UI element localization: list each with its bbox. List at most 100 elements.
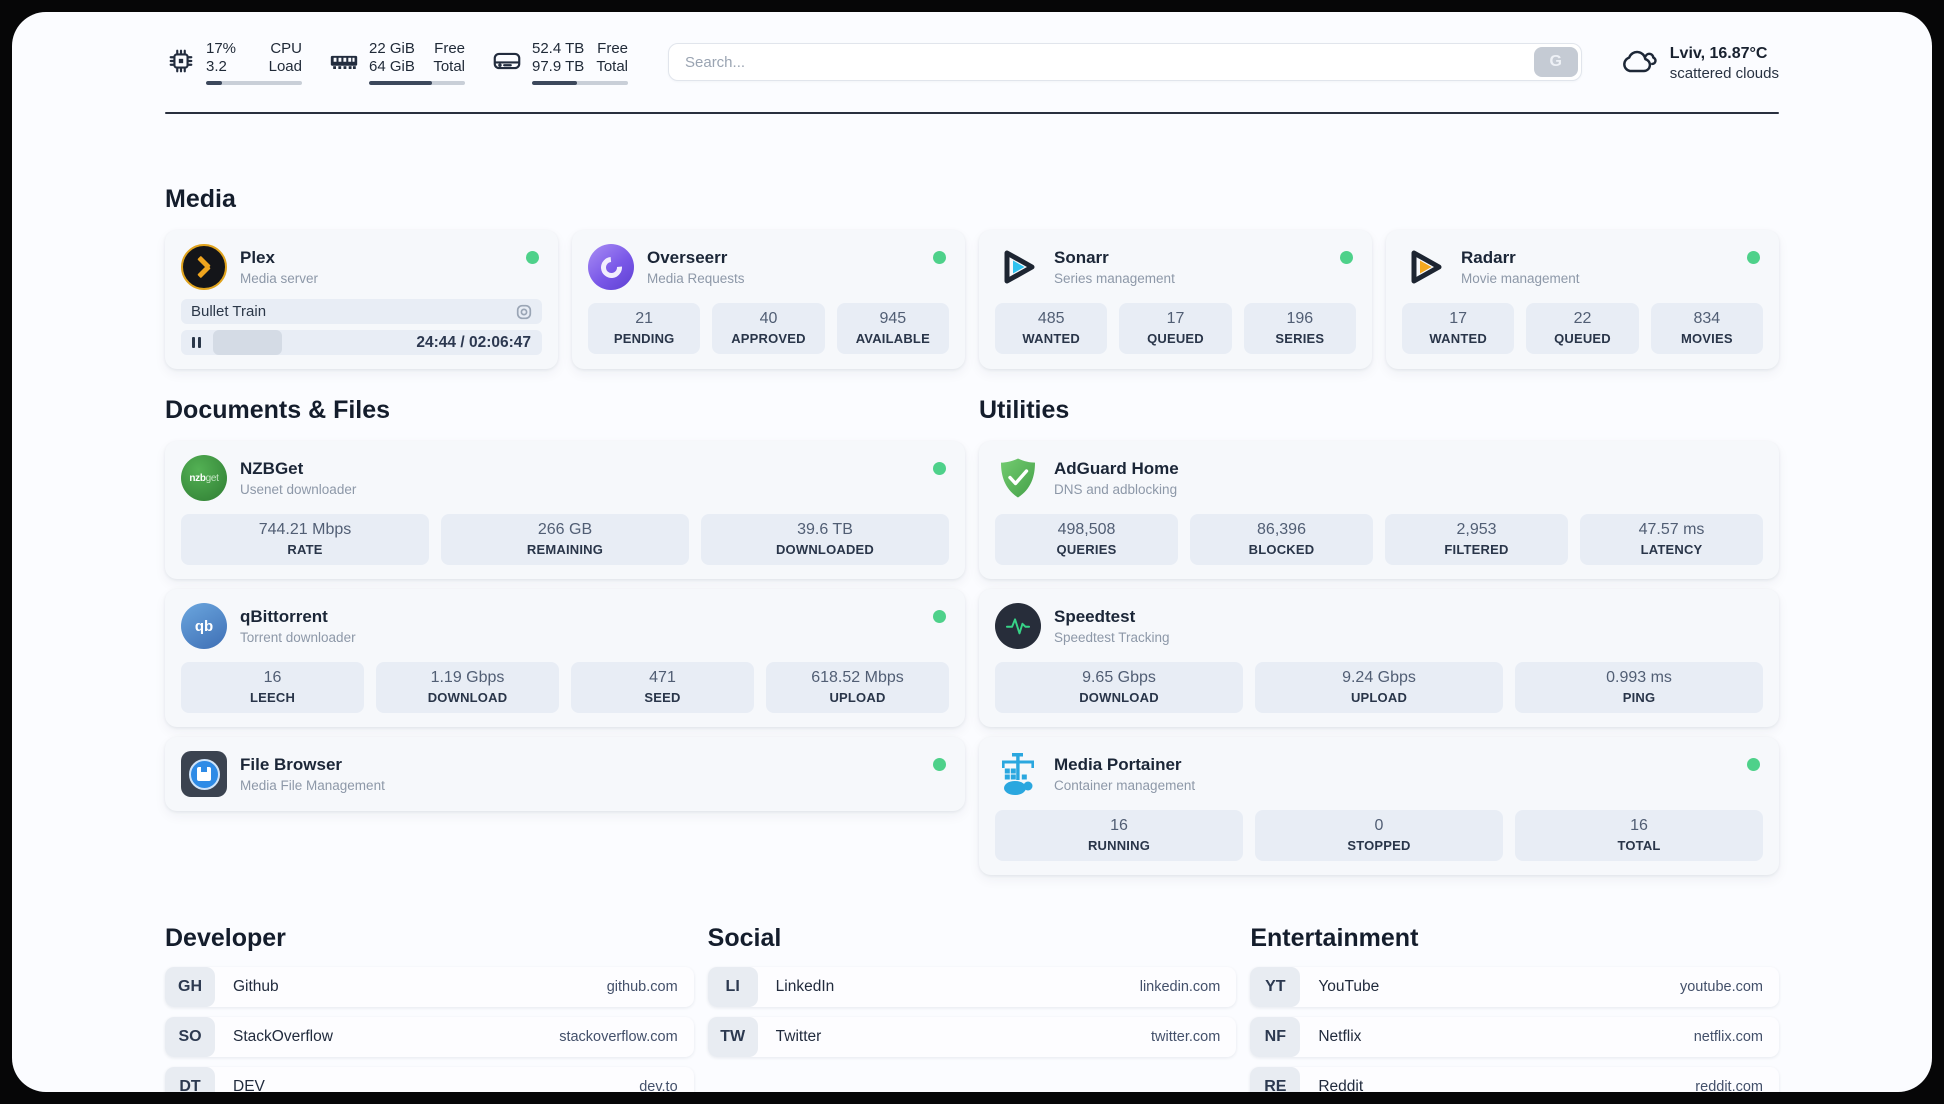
app-subtitle: Media server [240, 271, 319, 286]
link-netflix[interactable]: NF Netflix netflix.com [1250, 1017, 1779, 1057]
search-input[interactable] [668, 43, 1582, 81]
link-dev[interactable]: DT DEV dev.to [165, 1067, 694, 1092]
app-subtitle: Media Requests [647, 271, 745, 286]
stat-box: 2,953 FILTERED [1385, 514, 1568, 565]
weather-condition: scattered clouds [1669, 65, 1779, 82]
storage-free-value: 52.4 TB [532, 40, 585, 57]
link-badge: LI [707, 967, 758, 1007]
cpu-progress-bar [206, 81, 302, 85]
stat-box: 40 APPROVED [712, 303, 825, 354]
app-card-radarr[interactable]: Radarr Movie management 17 WANTED 22 QUEUE… [1386, 230, 1779, 369]
app-title: Radarr [1461, 248, 1516, 267]
overseerr-icon [588, 244, 634, 290]
link-badge: NF [1250, 1017, 1301, 1057]
section-title-media: Media [165, 185, 236, 213]
link-reddit[interactable]: RE Reddit reddit.com [1250, 1067, 1779, 1092]
section-media: Media Plex Media server Bullet Train 24:… [165, 184, 1779, 369]
speedtest-icon [995, 603, 1041, 649]
cloud-icon [1618, 46, 1658, 81]
app-card-sonarr[interactable]: Sonarr Series management 485 WANTED 17 QUE… [979, 230, 1372, 369]
link-twitter[interactable]: TW Twitter twitter.com [707, 1017, 1237, 1057]
section-social: Social LI LinkedIn linkedin.com TW Twitt… [707, 923, 1237, 1092]
adguard-icon [995, 455, 1041, 501]
stat-box: 0.993 ms PING [1515, 662, 1763, 713]
now-playing-title: Bullet Train [191, 303, 267, 320]
app-card-overseerr[interactable]: Overseerr Media Requests 21 PENDING 40 APP… [572, 230, 965, 369]
app-card-filebrowser[interactable]: File Browser Media File Management [165, 737, 965, 811]
top-bar: 17% 3.2 CPU Load 22 GiB 64 GiB Free Tota… [165, 40, 1779, 88]
memory-total-value: 64 GiB [369, 58, 415, 75]
stat-box: 47.57 ms LATENCY [1580, 514, 1763, 565]
app-title: NZBGet [240, 459, 304, 478]
link-badge: YT [1250, 967, 1301, 1007]
status-dot [526, 251, 539, 264]
link-stackoverflow[interactable]: SO StackOverflow stackoverflow.com [165, 1017, 694, 1057]
app-card-plex[interactable]: Plex Media server Bullet Train 24:44 / 0… [165, 230, 558, 369]
app-subtitle: Series management [1054, 271, 1175, 286]
app-card-speedtest[interactable]: Speedtest Speedtest Tracking 9.65 Gbps DO… [979, 589, 1779, 727]
section-documents: Documents & Files nzb get NZBGet Usenet d… [165, 395, 965, 875]
now-playing-row: Bullet Train [181, 299, 542, 324]
app-title: Media Portainer [1054, 755, 1182, 774]
search-engine-button[interactable]: G [1533, 47, 1578, 77]
cpu-load-label: Load [268, 58, 302, 75]
storage-free-label: Free [597, 40, 628, 57]
app-title: Overseerr [647, 248, 728, 267]
storage-progress-bar [532, 81, 628, 85]
app-subtitle: Container management [1054, 778, 1196, 793]
section-utilities: Utilities AdGuard Home DNS and adblockin… [979, 395, 1779, 875]
app-subtitle: Speedtest Tracking [1054, 630, 1170, 645]
section-title-developer: Developer [165, 924, 286, 952]
stat-box: 17 WANTED [1402, 303, 1515, 354]
app-subtitle: Torrent downloader [240, 630, 356, 645]
stat-box: 22 QUEUED [1526, 303, 1639, 354]
status-dot [1747, 251, 1760, 264]
section-title-utilities: Utilities [979, 396, 1070, 424]
portainer-icon [995, 751, 1041, 797]
status-dot [933, 610, 946, 623]
link-github[interactable]: GH Github github.com [165, 967, 694, 1007]
stat-box: 498,508 QUERIES [995, 514, 1178, 565]
link-badge: TW [707, 1017, 758, 1057]
stat-box: 196 SERIES [1243, 303, 1356, 354]
filebrowser-icon [181, 751, 227, 797]
qbittorrent-icon: qb [181, 603, 227, 649]
header-divider [165, 112, 1779, 114]
memory-free-value: 22 GiB [369, 40, 415, 57]
link-badge: RE [1250, 1067, 1301, 1092]
app-card-nzbget[interactable]: nzb get NZBGet Usenet downloader 744.21 M… [165, 441, 965, 579]
memory-progress-bar [369, 81, 465, 85]
nzbget-icon: nzb get [181, 455, 227, 501]
app-title: qBittorrent [240, 607, 328, 626]
stat-box: 744.21 Mbps RATE [181, 514, 429, 565]
link-youtube[interactable]: YT YouTube youtube.com [1250, 967, 1779, 1007]
storage-total-value: 97.9 TB [532, 58, 585, 75]
radarr-icon [1402, 244, 1448, 290]
stat-box: 16 LEECH [181, 662, 364, 713]
sonarr-icon [995, 244, 1041, 290]
memory-widget: 22 GiB 64 GiB Free Total [328, 40, 465, 85]
link-badge: GH [165, 967, 215, 1007]
link-linkedin[interactable]: LI LinkedIn linkedin.com [707, 967, 1237, 1007]
stat-box: 945 AVAILABLE [836, 303, 949, 354]
app-card-portainer[interactable]: Media Portainer Container management 16 R… [979, 737, 1779, 875]
stat-box: 0 STOPPED [1255, 810, 1503, 861]
app-title: File Browser [240, 755, 343, 774]
app-card-adguard[interactable]: AdGuard Home DNS and adblocking 498,508 Q… [979, 441, 1779, 579]
app-title: Speedtest [1054, 607, 1136, 626]
stat-box: 16 TOTAL [1515, 810, 1763, 861]
cpu-icon [165, 45, 197, 77]
system-widgets: 17% 3.2 CPU Load 22 GiB 64 GiB Free Tota… [165, 40, 628, 85]
app-subtitle: Movie management [1461, 271, 1580, 286]
stat-box: 17 QUEUED [1119, 303, 1232, 354]
status-dot [933, 758, 946, 771]
app-title: Sonarr [1054, 248, 1109, 267]
cpu-load-value: 3.2 [206, 58, 227, 75]
storage-total-label: Total [596, 58, 628, 75]
stat-box: 1.19 Gbps DOWNLOAD [376, 662, 559, 713]
status-dot [1747, 758, 1760, 771]
app-card-qbittorrent[interactable]: qb qBittorrent Torrent downloader 16 LEEC… [165, 589, 965, 727]
link-badge: SO [165, 1017, 215, 1057]
link-badge: DT [165, 1067, 215, 1092]
playback-progress: 24:44 / 02:06:47 [181, 330, 542, 355]
